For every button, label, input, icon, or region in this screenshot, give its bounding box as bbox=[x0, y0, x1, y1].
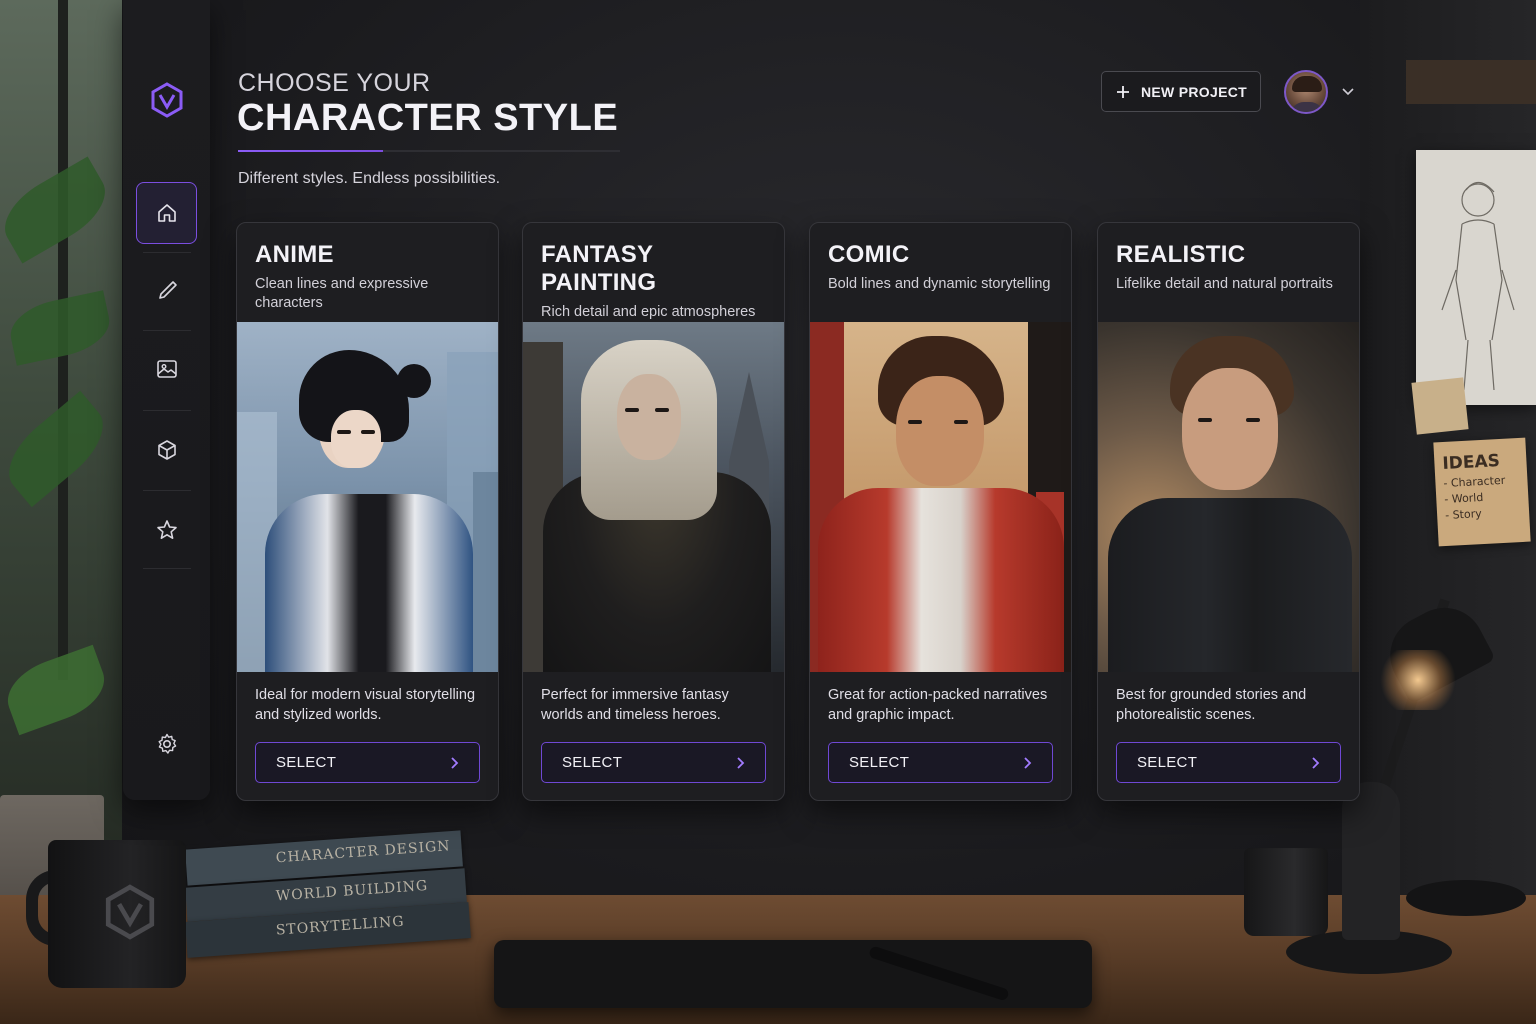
select-button-label: SELECT bbox=[562, 754, 623, 771]
avatar-shoulders bbox=[1290, 102, 1324, 112]
select-button[interactable]: SELECT bbox=[828, 742, 1053, 783]
card-description: Ideal for modern visual storytelling and… bbox=[255, 687, 476, 723]
sketch-paper bbox=[1416, 150, 1536, 405]
cube-icon bbox=[157, 440, 176, 460]
sidebar-item-favorites[interactable] bbox=[136, 499, 197, 561]
select-button[interactable]: SELECT bbox=[541, 742, 766, 783]
fantasy-style-preview-image bbox=[523, 322, 784, 672]
image-icon bbox=[156, 360, 177, 378]
chevron-right-icon bbox=[737, 756, 745, 769]
page-subtitle: Different styles. Endless possibilities. bbox=[238, 170, 501, 187]
gear-icon bbox=[158, 733, 176, 754]
ideas-note: IDEAS - Character - World - Story bbox=[1433, 437, 1531, 547]
card-title: FANTASY PAINTING bbox=[541, 241, 657, 296]
character-sketch bbox=[1441, 181, 1515, 391]
mug-logo-icon bbox=[105, 884, 155, 940]
title-underline bbox=[238, 150, 620, 152]
card-title: REALISTIC bbox=[1116, 241, 1246, 268]
card-description: Best for grounded stories and photoreali… bbox=[1116, 687, 1307, 723]
card-title: COMIC bbox=[828, 241, 910, 268]
sidebar-divider bbox=[143, 330, 191, 331]
sidebar-item-home[interactable] bbox=[136, 182, 197, 244]
select-button-label: SELECT bbox=[1137, 754, 1198, 771]
sidebar-divider bbox=[143, 490, 191, 491]
user-avatar[interactable] bbox=[1284, 70, 1328, 114]
realistic-style-preview-image bbox=[1098, 322, 1359, 672]
card-title: ANIME bbox=[255, 241, 334, 268]
select-button-label: SELECT bbox=[849, 754, 910, 771]
lamp-glow bbox=[1378, 650, 1458, 710]
sidebar-item-brush[interactable] bbox=[136, 260, 197, 322]
pencil-cup bbox=[1244, 848, 1328, 936]
sidebar-item-gallery[interactable] bbox=[136, 338, 197, 400]
app-logo-icon[interactable] bbox=[151, 82, 183, 118]
chevron-down-icon[interactable] bbox=[1341, 84, 1355, 98]
card-tagline: Bold lines and dynamic storytelling bbox=[828, 276, 1051, 292]
style-card-comic[interactable]: COMIC Bold lines and dynamic storytellin… bbox=[809, 222, 1072, 801]
comic-style-preview-image bbox=[810, 322, 1071, 672]
select-button[interactable]: SELECT bbox=[255, 742, 480, 783]
chevron-right-icon bbox=[1312, 756, 1320, 769]
ideas-note-item: - World bbox=[1443, 490, 1484, 506]
sticky-note bbox=[1411, 377, 1469, 435]
page-title: CHARACTER STYLE bbox=[237, 97, 619, 139]
wall-shelf bbox=[1406, 60, 1536, 104]
ideas-note-item: - Character bbox=[1443, 473, 1506, 490]
card-tagline: Lifelike detail and natural portraits bbox=[1116, 276, 1333, 292]
page-eyebrow: CHOOSE YOUR bbox=[238, 69, 431, 97]
anime-style-preview-image bbox=[237, 322, 498, 672]
card-description: Perfect for immersive fantasy worlds and… bbox=[541, 687, 729, 723]
new-project-button[interactable]: NEW PROJECT bbox=[1101, 71, 1261, 112]
style-card-realistic[interactable]: REALISTIC Lifelike detail and natural po… bbox=[1097, 222, 1360, 801]
avatar-hair bbox=[1292, 76, 1322, 92]
card-description: Great for action-packed narratives and g… bbox=[828, 687, 1048, 723]
home-icon bbox=[157, 204, 176, 222]
star-icon bbox=[156, 520, 177, 539]
style-card-anime[interactable]: ANIME Clean lines and expressive charact… bbox=[236, 222, 499, 801]
new-project-label: NEW PROJECT bbox=[1141, 83, 1247, 100]
desk-lamp-base bbox=[1406, 880, 1526, 916]
brush-icon bbox=[158, 281, 177, 299]
figurine bbox=[1342, 782, 1400, 940]
card-tagline: Rich detail and epic atmospheres bbox=[541, 304, 756, 320]
sidebar-item-models[interactable] bbox=[136, 419, 197, 481]
select-button[interactable]: SELECT bbox=[1116, 742, 1341, 783]
style-card-fantasy-painting[interactable]: FANTASY PAINTING Rich detail and epic at… bbox=[522, 222, 785, 801]
sidebar-divider bbox=[143, 252, 191, 253]
sidebar-item-settings[interactable] bbox=[136, 713, 197, 775]
ideas-note-title: IDEAS bbox=[1441, 451, 1501, 475]
card-tagline: Clean lines and expressive characters bbox=[255, 276, 429, 311]
chevron-right-icon bbox=[1024, 756, 1032, 769]
chevron-right-icon bbox=[451, 756, 459, 769]
select-button-label: SELECT bbox=[276, 754, 337, 771]
sidebar-divider bbox=[143, 568, 191, 569]
sidebar bbox=[123, 0, 210, 800]
ideas-note-item: - Story bbox=[1444, 507, 1482, 522]
sidebar-divider bbox=[143, 410, 191, 411]
plus-icon bbox=[1117, 85, 1129, 98]
